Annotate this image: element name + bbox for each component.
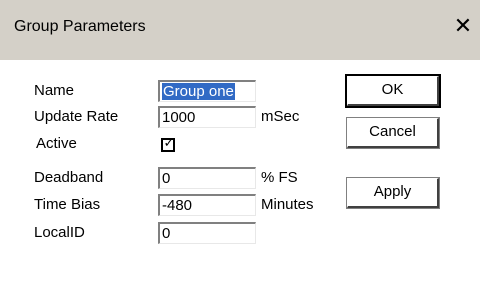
time-bias-unit: Minutes (261, 196, 314, 213)
time-bias-field[interactable]: -480 (158, 194, 256, 216)
apply-button[interactable]: Apply (346, 177, 440, 209)
active-label: Active (36, 135, 77, 152)
dialog-body: Name Group one Update Rate 1000 mSec Act… (0, 60, 480, 305)
name-label: Name (34, 82, 75, 99)
deadband-field[interactable]: 0 (158, 167, 256, 189)
deadband-label: Deadband (34, 169, 104, 186)
active-checkbox[interactable]: ✓ (161, 136, 175, 152)
check-icon: ✓ (163, 136, 175, 151)
ok-button[interactable]: OK (345, 74, 441, 108)
cancel-button[interactable]: Cancel (346, 117, 440, 149)
deadband-unit: % FS (261, 169, 298, 186)
local-id-field[interactable]: 0 (158, 222, 256, 244)
update-rate-unit: mSec (261, 108, 300, 125)
local-id-label: LocalID (34, 224, 85, 241)
close-icon[interactable]: ✕ (450, 14, 476, 40)
update-rate-field[interactable]: 1000 (158, 106, 256, 128)
update-rate-label: Update Rate (34, 108, 119, 125)
window-title: Group Parameters (14, 18, 146, 35)
title-bar[interactable]: Group Parameters ✕ (0, 0, 480, 60)
time-bias-label: Time Bias (34, 196, 101, 213)
name-value: Group one (162, 83, 235, 100)
name-field[interactable]: Group one (158, 80, 256, 102)
group-parameters-dialog: Group Parameters ✕ Name Group one Update… (0, 0, 480, 305)
